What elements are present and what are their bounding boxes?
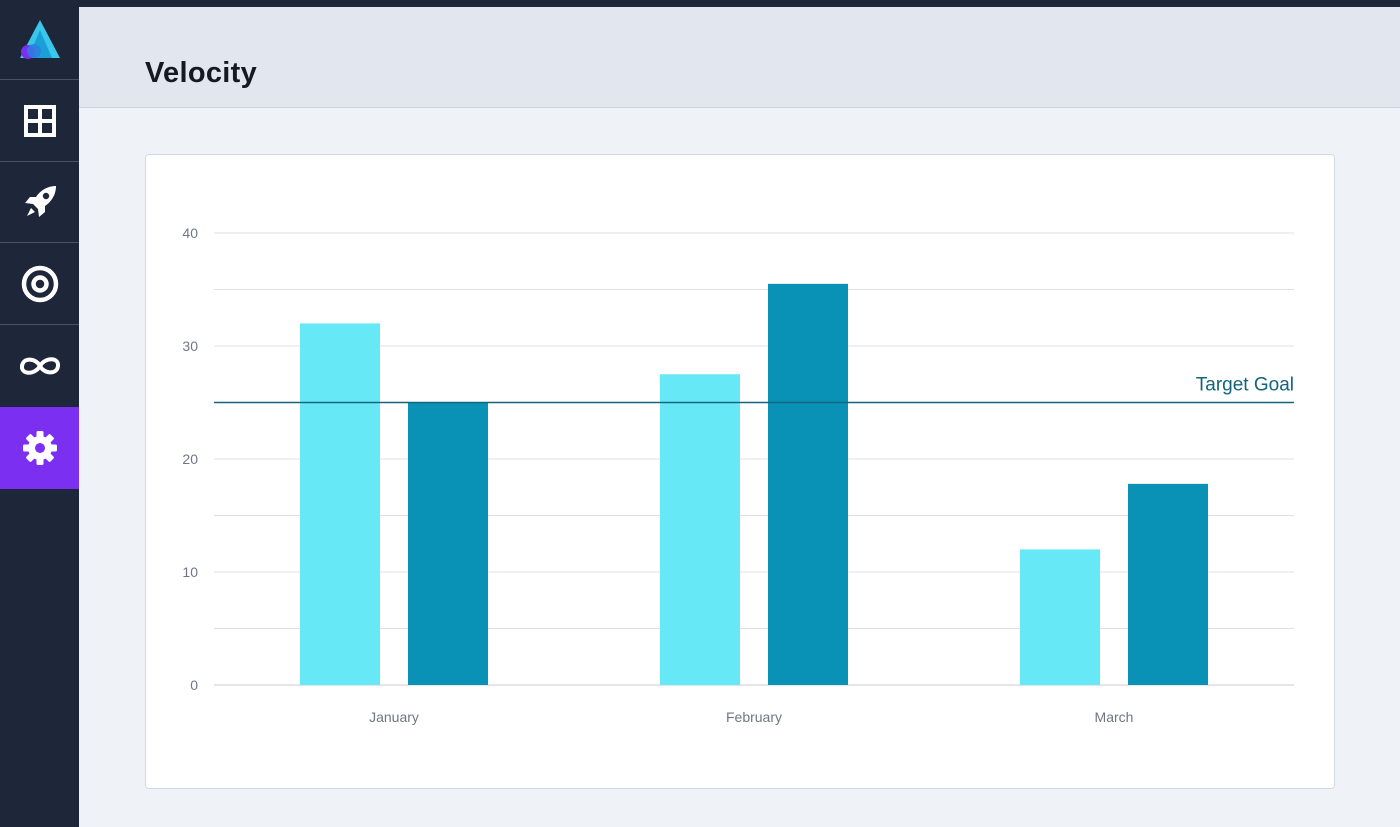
- sidebar-item-settings[interactable]: [0, 407, 79, 489]
- velocity-chart-card: 0 10 20 30 40 January February March Target Goal: [145, 154, 1335, 789]
- bar-february-series-2: [768, 283, 848, 685]
- y-tick-label: 10: [182, 564, 198, 580]
- bar-january-series-2: [408, 402, 488, 685]
- x-tick-label: January: [369, 709, 419, 725]
- infinity-loop-icon: [19, 357, 60, 375]
- page-title: Velocity: [145, 57, 258, 89]
- target-icon: [21, 265, 58, 302]
- sidebar-logo[interactable]: [0, 0, 79, 80]
- x-tick-label: March: [1095, 709, 1134, 725]
- bar-january-series-1: [300, 323, 380, 685]
- bar-march-series-1: [1020, 549, 1100, 685]
- y-tick-label: 0: [190, 677, 198, 693]
- page-header: Velocity: [79, 7, 1400, 108]
- sidebar-item-dashboard[interactable]: [0, 80, 79, 162]
- top-strip: [0, 0, 1400, 7]
- rocket-icon: [24, 186, 56, 217]
- sidebar-item-cycles[interactable]: [0, 325, 79, 407]
- sidebar-item-goals[interactable]: [0, 243, 79, 325]
- y-tick-label: 20: [182, 451, 198, 467]
- x-tick-label: February: [726, 709, 782, 725]
- dashboard-grid-icon: [23, 104, 56, 137]
- target-goal-label: Target Goal: [1196, 375, 1294, 396]
- bar-march-series-2: [1128, 483, 1208, 685]
- velocity-bar-chart: 0 10 20 30 40 January February March Target Goal: [182, 225, 1294, 725]
- y-tick-label: 40: [182, 225, 198, 241]
- bar-february-series-1: [660, 374, 740, 685]
- sidebar-item-releases[interactable]: [0, 162, 79, 243]
- sidebar: [0, 0, 79, 827]
- gear-icon: [22, 431, 57, 465]
- logo-icon: [19, 19, 60, 59]
- y-tick-label: 30: [182, 338, 198, 354]
